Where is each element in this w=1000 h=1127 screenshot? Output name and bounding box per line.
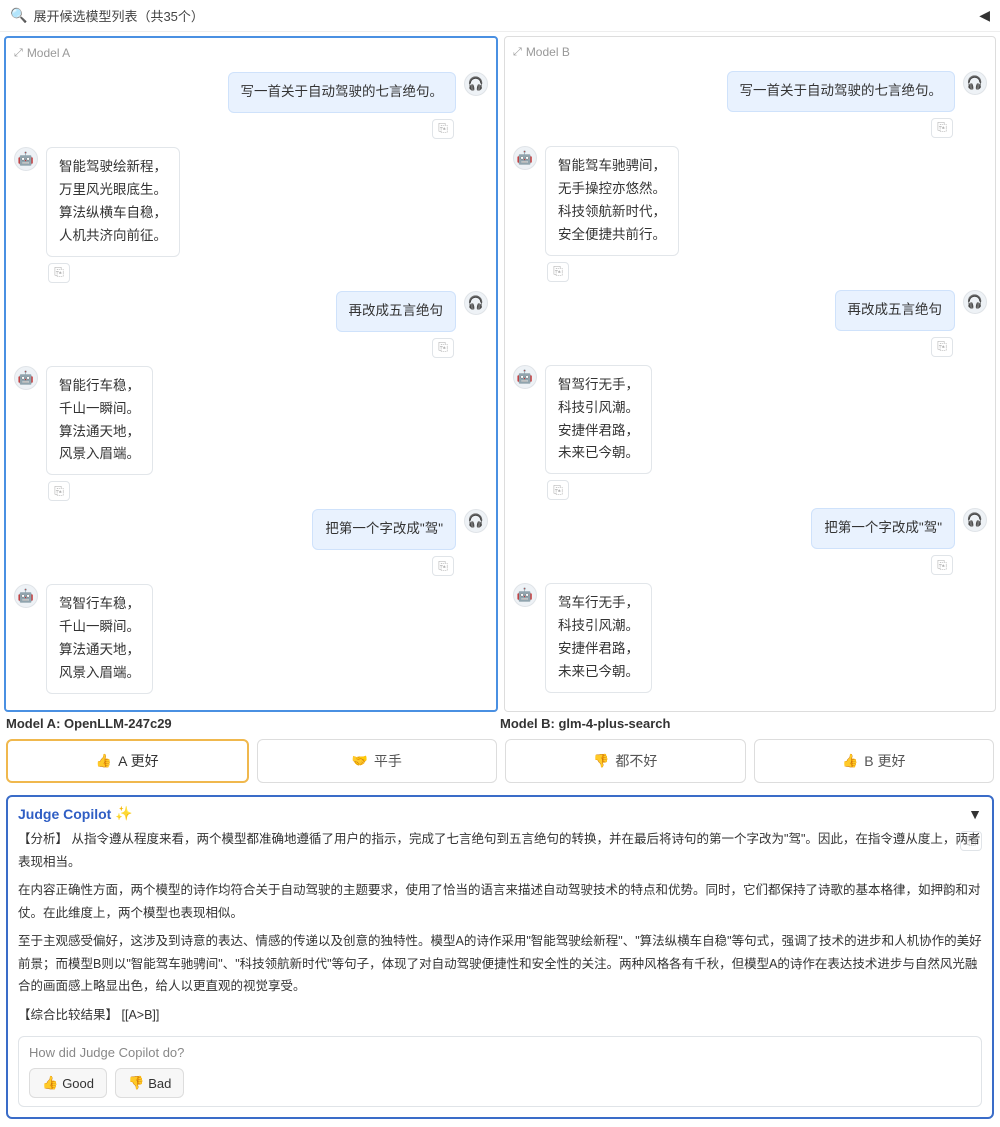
copy-icon[interactable]: ⎘ — [48, 263, 70, 283]
result-label: 【综合比较结果】 — [18, 1008, 118, 1022]
model-labels: Model A: OpenLLM-247c29 Model B: glm-4-p… — [0, 712, 1000, 735]
user-avatar-icon: 🎧 — [963, 71, 987, 95]
message-bubble: 驾车行无手， 科技引风潮。 安捷伴君路， 未来已今朝。 — [545, 583, 652, 693]
copy-icon[interactable]: ⎘ — [432, 556, 454, 576]
search-icon: 🔍 — [10, 7, 27, 24]
top-bar: 🔍 展开候选模型列表（共35个） ◀ — [0, 0, 1000, 32]
user-avatar-icon: 🎧 — [464, 291, 488, 315]
message-bubble: 驾智行车稳， 千山一瞬间。 算法通天地， 风景入眉端。 — [46, 584, 153, 694]
vote-row: 👍 A 更好 🤝 平手 👎 都不好 👍 B 更好 — [0, 735, 1000, 787]
analysis-label: 【分析】 — [18, 832, 68, 846]
result-value: [[A>B]] — [122, 1008, 160, 1022]
expand-models-label[interactable]: 展开候选模型列表（共35个） — [33, 6, 203, 25]
message-bubble: 再改成五言绝句 — [835, 290, 956, 331]
handshake-icon: 🤝 — [352, 753, 368, 769]
message-bubble: 智能行车稳， 千山一瞬间。 算法通天地， 风景入眉端。 — [46, 366, 153, 476]
vote-a-better-button[interactable]: 👍 A 更好 — [6, 739, 249, 783]
user-message: 把第一个字改成"驾" 🎧 — [513, 508, 987, 549]
collapse-caret-icon[interactable]: ◀ — [979, 7, 990, 24]
copy-icon[interactable]: ⎘ — [931, 555, 953, 575]
message-bubble: 再改成五言绝句 — [336, 291, 457, 332]
message-bubble: 智能驾驶绘新程， 万里风光眼底生。 算法纵横车自稳， 人机共济向前征。 — [46, 147, 180, 257]
feedback-question: How did Judge Copilot do? — [29, 1045, 971, 1060]
bot-message: 🤖 驾智行车稳， 千山一瞬间。 算法通天地， 风景入眉端。 — [14, 584, 488, 694]
user-avatar-icon: 🎧 — [464, 509, 488, 533]
copy-icon[interactable]: ⎘ — [931, 337, 953, 357]
analysis-text-1: 从指令遵从程度来看，两个模型都准确地遵循了用户的指示，完成了七言绝句到五言绝句的… — [18, 832, 980, 869]
message-bubble: 写一首关于自动驾驶的七言绝句。 — [727, 71, 956, 112]
expand-icon[interactable]: ⤢ — [14, 47, 23, 60]
thumbs-up-icon: 👍 — [96, 753, 112, 769]
feedback-good-button[interactable]: 👍 Good — [29, 1068, 107, 1098]
analysis-text-3: 至于主观感受偏好，这涉及到诗意的表达、情感的传递以及创意的独特性。模型A的诗作采… — [18, 930, 982, 998]
judge-body: 【分析】 从指令遵从程度来看，两个模型都准确地遵循了用户的指示，完成了七言绝句到… — [18, 828, 982, 1026]
model-a-label: Model A: OpenLLM-247c29 — [6, 716, 500, 731]
message-bubble: 把第一个字改成"驾" — [312, 509, 456, 550]
judge-copilot-panel: Judge Copilot ✨ ▼ ⎘ 【分析】 从指令遵从程度来看，两个模型都… — [6, 795, 994, 1119]
user-avatar-icon: 🎧 — [963, 508, 987, 532]
panel-model-a: ⤢ Model A 写一首关于自动驾驶的七言绝句。 🎧 ⎘ 🤖 智能驾驶绘新程，… — [4, 36, 498, 712]
bot-message: 🤖 智能行车稳， 千山一瞬间。 算法通天地， 风景入眉端。 — [14, 366, 488, 476]
bot-avatar-icon: 🤖 — [14, 584, 38, 608]
judge-feedback-box: How did Judge Copilot do? 👍 Good 👎 Bad — [18, 1036, 982, 1107]
user-avatar-icon: 🎧 — [464, 72, 488, 96]
vote-tie-button[interactable]: 🤝 平手 — [257, 739, 498, 783]
bot-message: 🤖 智能驾驶绘新程， 万里风光眼底生。 算法纵横车自稳， 人机共济向前征。 — [14, 147, 488, 257]
bot-avatar-icon: 🤖 — [513, 365, 537, 389]
vote-both-bad-button[interactable]: 👎 都不好 — [505, 739, 746, 783]
panel-a-header: ⤢ Model A — [14, 44, 488, 66]
message-bubble: 智能驾车驰骋间， 无手操控亦悠然。 科技领航新时代， 安全便捷共前行。 — [545, 146, 679, 256]
panel-b-header: ⤢ Model B — [513, 43, 987, 65]
feedback-bad-button[interactable]: 👎 Bad — [115, 1068, 184, 1098]
thumbs-up-icon: 👍 — [42, 1075, 58, 1091]
copy-icon[interactable]: ⎘ — [432, 338, 454, 358]
bot-avatar-icon: 🤖 — [513, 146, 537, 170]
copy-icon[interactable]: ⎘ — [547, 262, 569, 282]
bot-message: 🤖 智驾行无手， 科技引风潮。 安捷伴君路， 未来已今朝。 — [513, 365, 987, 475]
message-bubble: 智驾行无手， 科技引风潮。 安捷伴君路， 未来已今朝。 — [545, 365, 652, 475]
vote-b-better-button[interactable]: 👍 B 更好 — [754, 739, 995, 783]
copy-icon[interactable]: ⎘ — [547, 480, 569, 500]
bot-message: 🤖 智能驾车驰骋间， 无手操控亦悠然。 科技领航新时代， 安全便捷共前行。 — [513, 146, 987, 256]
copy-icon[interactable]: ⎘ — [960, 831, 982, 851]
message-bubble: 把第一个字改成"驾" — [811, 508, 955, 549]
analysis-text-2: 在内容正确性方面，两个模型的诗作均符合关于自动驾驶的主题要求，使用了恰当的语言来… — [18, 879, 982, 924]
panel-model-b: ⤢ Model B 写一首关于自动驾驶的七言绝句。 🎧 ⎘ 🤖 智能驾车驰骋间，… — [504, 36, 996, 712]
user-message: 把第一个字改成"驾" 🎧 — [14, 509, 488, 550]
copy-icon[interactable]: ⎘ — [931, 118, 953, 138]
thumbs-down-icon: 👎 — [593, 753, 609, 769]
sparkle-icon: ✨ — [115, 805, 132, 822]
user-message: 再改成五言绝句 🎧 — [513, 290, 987, 331]
user-message: 写一首关于自动驾驶的七言绝句。 🎧 — [513, 71, 987, 112]
user-message: 写一首关于自动驾驶的七言绝句。 🎧 — [14, 72, 488, 113]
panel-b-title: Model B — [526, 45, 570, 59]
copy-icon[interactable]: ⎘ — [48, 481, 70, 501]
copy-icon[interactable]: ⎘ — [432, 119, 454, 139]
user-avatar-icon: 🎧 — [963, 290, 987, 314]
compare-row: ⤢ Model A 写一首关于自动驾驶的七言绝句。 🎧 ⎘ 🤖 智能驾驶绘新程，… — [0, 32, 1000, 712]
bot-avatar-icon: 🤖 — [14, 366, 38, 390]
user-message: 再改成五言绝句 🎧 — [14, 291, 488, 332]
panel-a-title: Model A — [27, 46, 70, 60]
message-bubble: 写一首关于自动驾驶的七言绝句。 — [228, 72, 457, 113]
thumbs-down-icon: 👎 — [128, 1075, 144, 1091]
bot-avatar-icon: 🤖 — [14, 147, 38, 171]
bot-avatar-icon: 🤖 — [513, 583, 537, 607]
bot-message: 🤖 驾车行无手， 科技引风潮。 安捷伴君路， 未来已今朝。 — [513, 583, 987, 693]
judge-title: Judge Copilot — [18, 806, 111, 822]
expand-icon[interactable]: ⤢ — [513, 46, 522, 59]
model-b-label: Model B: glm-4-plus-search — [500, 716, 994, 731]
thumbs-up-icon: 👍 — [842, 753, 858, 769]
collapse-judge-icon[interactable]: ▼ — [968, 806, 982, 822]
judge-header: Judge Copilot ✨ ▼ — [18, 805, 982, 822]
